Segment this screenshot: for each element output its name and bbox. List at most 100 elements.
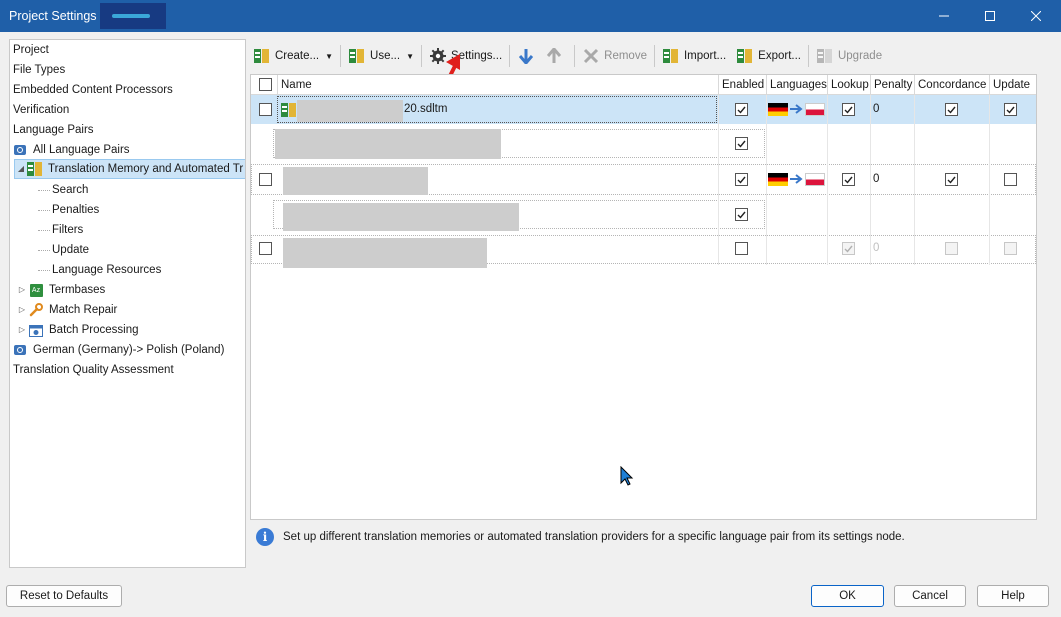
cancel-button[interactable]: Cancel (894, 585, 966, 607)
title-bar[interactable]: Project Settings - (0, 0, 1061, 32)
row-select-checkbox[interactable] (259, 242, 272, 255)
lookup-checkbox[interactable] (842, 242, 855, 255)
column-label: Name (281, 79, 312, 91)
table-row[interactable]: 20.sdltm 0 (251, 95, 1036, 124)
tree-connector (38, 209, 50, 211)
tree-item-label: Search (52, 184, 89, 196)
tree-item-label: Update (52, 244, 90, 256)
column-divider (914, 95, 915, 265)
tree-item-label: Verification (13, 104, 70, 116)
tree-item-search[interactable]: Search (38, 180, 88, 200)
tree-item-label: Filters (52, 224, 84, 236)
column-header-enabled[interactable]: Enabled (718, 75, 766, 95)
tree-item-language-pairs[interactable]: Language Pairs (13, 120, 94, 140)
row-select-checkbox[interactable] (259, 173, 272, 186)
export-label: Export... (758, 50, 801, 62)
penalty-value[interactable]: 0 (873, 242, 879, 254)
toolbar-separator (653, 45, 655, 67)
tree-item-tqa[interactable]: Translation Quality Assessment (13, 360, 174, 380)
tree-item-embedded-content[interactable]: Embedded Content Processors (13, 80, 173, 100)
enabled-checkbox[interactable] (735, 103, 748, 116)
tree-item-update[interactable]: Update (38, 240, 89, 260)
column-header-penalty[interactable]: Penalty (870, 75, 914, 95)
tree-item-all-language-pairs[interactable]: All Language Pairs (12, 140, 130, 160)
collapse-arrow-icon[interactable]: ◢ (15, 159, 27, 179)
concordance-checkbox[interactable] (945, 242, 958, 255)
column-header-concordance[interactable]: Concordance (914, 75, 989, 95)
enabled-checkbox[interactable] (735, 242, 748, 255)
table-row[interactable] (251, 127, 1036, 160)
enabled-checkbox[interactable] (735, 173, 748, 186)
german-flag-icon (768, 103, 788, 116)
remove-button[interactable]: Remove (579, 43, 650, 69)
tree-item-filters[interactable]: Filters (38, 220, 83, 240)
column-label: Languages (770, 79, 827, 91)
create-button[interactable]: Create... ▼ (250, 43, 336, 69)
tm-file-icon (281, 102, 297, 121)
tree-connector (38, 229, 50, 231)
tree-item-language-resources[interactable]: Language Resources (38, 260, 161, 280)
column-header-languages[interactable]: Languages (766, 75, 827, 95)
redacted-name (283, 167, 428, 195)
tree-item-label: File Types (13, 64, 66, 76)
toolbar-separator (574, 45, 576, 67)
reset-to-defaults-button[interactable]: Reset to Defaults (6, 585, 122, 607)
update-checkbox[interactable] (1004, 242, 1017, 255)
table-row[interactable]: 0 (251, 234, 1036, 268)
expand-arrow-icon[interactable]: ▷ (16, 300, 28, 320)
move-up-button[interactable] (542, 43, 570, 69)
expand-arrow-icon[interactable]: ▷ (16, 280, 28, 300)
tree-item-penalties[interactable]: Penalties (38, 200, 99, 220)
dropdown-arrow-icon[interactable]: ▼ (325, 52, 333, 61)
tree-item-german-polish[interactable]: German (Germany)-> Polish (Poland) (12, 340, 224, 360)
dropdown-arrow-icon[interactable]: ▼ (406, 52, 414, 61)
enabled-checkbox[interactable] (735, 137, 748, 150)
maximize-button[interactable] (967, 0, 1013, 32)
tree-item-file-types[interactable]: File Types (13, 60, 65, 80)
select-all-checkbox[interactable] (259, 78, 272, 91)
maximize-icon (985, 11, 995, 21)
import-button[interactable]: Import... (659, 43, 729, 69)
update-checkbox[interactable] (1004, 103, 1017, 116)
close-button[interactable] (1013, 0, 1059, 32)
settings-tree[interactable]: Project File Types Embedded Content Proc… (9, 39, 246, 568)
use-button[interactable]: Use... ▼ (345, 43, 417, 69)
column-header-name[interactable]: Name (277, 75, 718, 95)
tree-item-label: Translation Memory and Automated Tr (48, 163, 244, 175)
lookup-checkbox[interactable] (842, 103, 855, 116)
tree-item-termbases[interactable]: ▷ Az Termbases (16, 280, 105, 300)
minimize-button[interactable] (921, 0, 967, 32)
tm-grid[interactable]: Name Enabled Languages Lookup Penalty Co… (250, 74, 1037, 520)
tree-item-match-repair[interactable]: ▷ Match Repair (16, 300, 117, 320)
lookup-checkbox[interactable] (842, 173, 855, 186)
column-divider (766, 95, 767, 265)
penalty-value[interactable]: 0 (873, 103, 879, 115)
tree-item-label: Match Repair (49, 304, 118, 316)
tree-item-batch-processing[interactable]: ▷ Batch Processing (16, 320, 139, 340)
concordance-checkbox[interactable] (945, 173, 958, 186)
tree-item-verification[interactable]: Verification (13, 100, 69, 120)
expand-arrow-icon[interactable]: ▷ (16, 320, 28, 340)
ok-button[interactable]: OK (811, 585, 884, 607)
table-row[interactable] (251, 199, 1036, 231)
translation-memory-icon (253, 47, 271, 65)
upgrade-button[interactable]: Upgrade (813, 43, 885, 69)
column-header-update[interactable]: Update (989, 75, 1036, 95)
tree-item-translation-memory[interactable]: ◢ Translation Memory and Automated Tr (14, 159, 245, 179)
help-button[interactable]: Help (977, 585, 1049, 607)
table-row[interactable]: 0 (251, 163, 1036, 196)
column-label: Penalty (874, 79, 913, 91)
column-header-lookup[interactable]: Lookup (827, 75, 870, 95)
update-checkbox[interactable] (1004, 173, 1017, 186)
tm-name: 20.sdltm (404, 103, 448, 115)
tree-item-label: Translation Quality Assessment (13, 364, 174, 376)
concordance-checkbox[interactable] (945, 103, 958, 116)
enabled-checkbox[interactable] (735, 208, 748, 221)
move-up-arrow-icon (545, 47, 563, 65)
export-button[interactable]: Export... (733, 43, 804, 69)
penalty-value[interactable]: 0 (873, 173, 879, 185)
row-select-checkbox[interactable] (259, 103, 272, 116)
info-bar: i Set up different translation memories … (256, 527, 905, 547)
move-down-button[interactable] (514, 43, 542, 69)
tree-item-project[interactable]: Project (13, 40, 49, 60)
